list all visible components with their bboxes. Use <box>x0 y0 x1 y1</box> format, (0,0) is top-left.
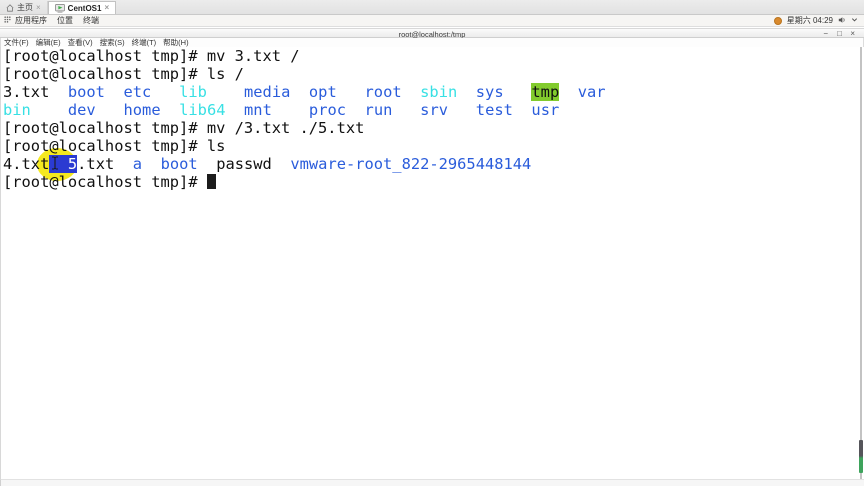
notification-icon[interactable] <box>773 16 782 25</box>
applications-grid-icon <box>0 16 11 25</box>
scrollbar-track[interactable] <box>860 47 862 479</box>
terminal-text-segment: root <box>364 83 402 101</box>
volume-icon[interactable] <box>838 16 846 26</box>
terminal-text-segment: boot <box>160 155 198 173</box>
terminal-text-segment: usr <box>531 101 560 119</box>
terminal-line: [root@localhost tmp]# mv /3.txt ./5.txt <box>3 119 864 137</box>
terminal-text-segment: .txt <box>77 155 133 173</box>
terminal-line: 3.txt boot etc lib media opt root sbin s… <box>3 83 864 101</box>
terminal-text-segment: opt <box>308 83 337 101</box>
terminal-line: 4.txt 5.txt a boot passwd vmware-root_82… <box>3 155 864 173</box>
terminal-text-segment: tmp <box>531 83 560 101</box>
terminal-text-segment: [root@localhost tmp]# mv 3.txt / <box>3 47 300 65</box>
mouse-ibeam-pointer <box>51 156 59 175</box>
terminal-text-segment: home <box>123 101 161 119</box>
terminal-text-segment: [root@localhost tmp]# ls <box>3 137 226 155</box>
tab-centos1[interactable]: CentOS1 × <box>47 1 117 14</box>
terminal-text-segment: bin <box>3 101 31 119</box>
gnome-top-panel: 应用程序 位置 终端 星期六 04:29 <box>0 15 864 27</box>
terminal-text-segment: vmware-root_822-2965448144 <box>290 155 532 173</box>
vmware-tab-bar: 主页 × CentOS1 × <box>0 0 864 15</box>
scrollbar-thumb[interactable] <box>859 440 863 473</box>
terminal-text-segment: a <box>132 155 143 173</box>
panel-menu-item[interactable]: 位置 <box>57 15 73 26</box>
terminal-text-segment: sys <box>475 83 504 101</box>
terminal-text-segment: media <box>244 83 291 101</box>
terminal-cursor <box>206 174 216 189</box>
terminal-text-segment: etc <box>123 83 152 101</box>
terminal-lines: [root@localhost tmp]# mv 3.txt / [root@lo… <box>1 47 864 191</box>
tab-centos1-close-icon[interactable]: × <box>104 4 109 12</box>
panel-clock[interactable]: 星期六 04:29 <box>787 15 833 26</box>
terminal-text-segment: [root@localhost tmp]# ls / <box>3 65 244 83</box>
terminal-text-segment: 4.txt <box>3 155 50 173</box>
terminal-line: [root@localhost tmp]# ls <box>3 137 864 155</box>
terminal-text-segment: dev <box>67 101 96 119</box>
terminal-text-segment: [root@localhost tmp]# <box>3 173 207 191</box>
terminal-line: [root@localhost tmp]# mv 3.txt / <box>3 47 864 65</box>
tab-centos1-label: CentOS1 <box>67 3 102 13</box>
terminal-text-segment: [root@localhost tmp]# mv /3.txt ./5.txt <box>3 119 365 137</box>
tab-home[interactable]: 主页 × <box>0 1 48 14</box>
terminal-text-segment: lib <box>179 83 207 101</box>
tab-home-label: 主页 <box>17 3 33 12</box>
terminal-text-segment: sbin <box>420 83 458 101</box>
terminal-line: bin dev home lib64 mnt proc run srv test… <box>3 101 864 119</box>
home-icon <box>6 3 14 12</box>
terminal-text-segment: srv <box>420 101 448 119</box>
terminal-line: [root@localhost tmp]# <box>3 173 864 191</box>
terminal-body[interactable]: [root@localhost tmp]# mv 3.txt / [root@lo… <box>0 47 864 479</box>
gnome-status-area: 星期六 04:29 <box>773 15 864 26</box>
chevron-down-icon[interactable] <box>851 16 858 25</box>
terminal-text-segment: boot <box>67 83 105 101</box>
panel-menu-item[interactable]: 终端 <box>83 15 99 26</box>
vm-icon <box>54 3 65 13</box>
terminal-text-segment: proc <box>308 101 346 119</box>
terminal-title-bar[interactable]: root@localhost:/tmp − □ × <box>0 28 864 39</box>
terminal-text-segment: test <box>475 101 513 119</box>
terminal-text-segment: passwd <box>216 155 272 173</box>
gnome-menus: 应用程序 位置 终端 <box>11 15 99 26</box>
terminal-text-segment: var <box>577 83 606 101</box>
tab-home-close-icon[interactable]: × <box>36 3 41 12</box>
gnome-bottom-panel <box>0 479 864 486</box>
terminal-menu-bar: 文件(F) 编辑(E) 查看(V) 搜索(S) 终端(T) 帮助(H) <box>0 38 864 47</box>
terminal-line: [root@localhost tmp]# ls / <box>3 65 864 83</box>
terminal-text-segment: 3.txt <box>3 83 68 101</box>
panel-menu-item[interactable]: 应用程序 <box>15 15 47 26</box>
terminal-text-segment: mnt <box>244 101 272 119</box>
terminal-text-segment: lib64 <box>179 101 226 119</box>
terminal-text-segment: run <box>364 101 393 119</box>
